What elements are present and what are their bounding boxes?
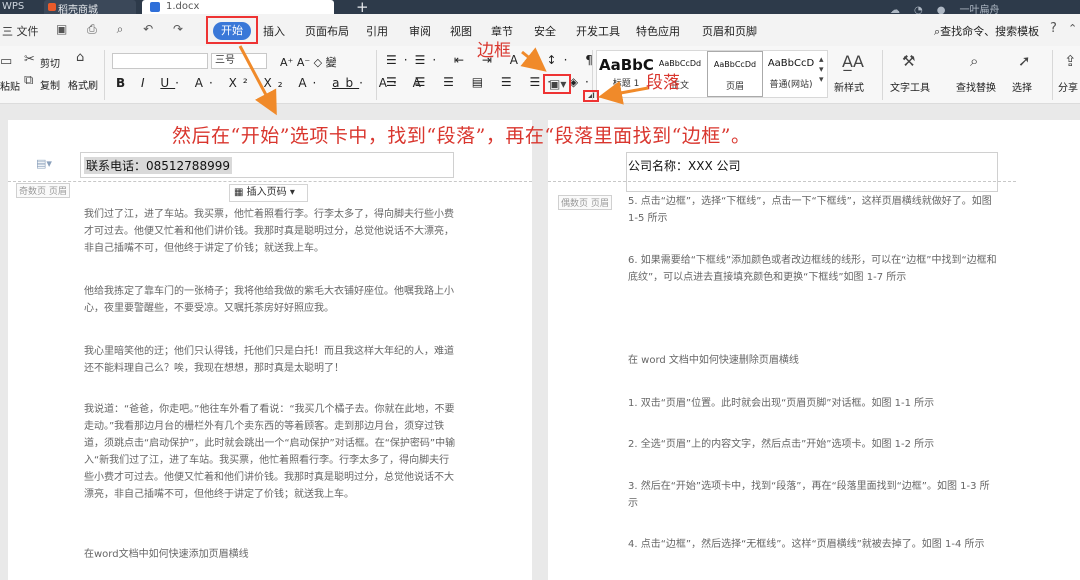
paragraph-annotation: 段落 [646,73,680,93]
format-painter-icon[interactable]: ⌂ [76,50,84,65]
divider [1052,50,1053,100]
tab-insert[interactable]: 插入 [263,23,285,39]
search-label: 查找命令、搜索模板 [940,25,1040,38]
tab-page-layout[interactable]: 页面布局 [305,23,349,39]
style-preview: AaBbCcDd [658,59,702,68]
select-button[interactable]: 选择 [1012,79,1032,94]
page-setup-icon[interactable]: ▤▾ [36,157,52,170]
style-heading-1[interactable]: AaBbC 标题 1 [599,51,654,97]
divider [882,50,883,100]
body-heading[interactable]: 在word文档中如何快速添加页眉横线 [84,546,456,563]
command-search[interactable]: ⌕查找命令、搜索模板 [934,23,1039,39]
tab-references[interactable]: 引用 [366,23,388,39]
title-bar: WPS 稻壳商城 1.docx + ☁ ◔ ● 一叶扁舟 [0,0,1080,16]
body-paragraph[interactable]: 2. 全选“页眉”上的内容文字，然后点击”开始”选项卡。如图 1-2 所示 [628,436,998,453]
text-tools-button[interactable]: 文字工具 [890,79,930,94]
header-company-text[interactable]: 公司名称：XXX 公司 [628,157,740,174]
border-annotation: 边框 [477,41,511,61]
text-tools-icon[interactable]: ⚒ [902,52,915,70]
tab-features[interactable]: 特色应用 [636,23,680,39]
style-scroll-icon[interactable]: ▴ ▾ ▾ [819,55,824,85]
style-preview: AaBbC [599,56,654,74]
style-web-normal[interactable]: AaBbCcD 普通(网站) [763,51,819,97]
body-paragraph[interactable]: 5. 点击“边框”，选择“下框线”，点击一下“下框线”，这样页眉横线就做好了。如… [628,193,998,227]
font-format-icons[interactable]: B I U· A· X² X₂ A· ab· A· A [116,76,427,90]
tab-document[interactable]: 1.docx [142,0,334,14]
cursor-icon[interactable]: ➚ [1018,52,1031,70]
header-phone-text[interactable]: 联系电话：08512788999 [84,157,232,174]
tab-review[interactable]: 审阅 [409,23,431,39]
style-label: 标题 1 [612,79,640,89]
header-boundary-line [548,181,1016,182]
new-style-button[interactable]: 新样式 [834,79,864,94]
body-paragraph[interactable]: 4. 点击“边框”，然后选择“无框线”。这样“页眉横线”就被去掉了。如图 1-4… [628,536,998,570]
paste-icon[interactable]: ▭ [0,54,12,69]
font-grow-shrink-icons[interactable]: A⁺ A⁻ ◇ 變 [280,54,337,70]
find-replace-button[interactable]: 查找替换 [956,79,996,94]
help-button[interactable]: ? [1050,21,1057,36]
style-gallery: AaBbC 标题 1 AaBbCcDd 正文 AaBbCcDd 页眉 AaBbC… [596,50,828,98]
share-icon[interactable]: ⇪ [1064,52,1077,70]
tab-docer-store[interactable]: 稻壳商城 [44,0,136,16]
instruction-annotation: 然后在“开始”选项卡中，找到“段落”，再在“段落里面找到“边框”。 [172,125,751,147]
tab-wps-home[interactable]: WPS [0,0,40,14]
odd-page-header-tag: 奇数页 页眉 [16,183,70,198]
divider [104,50,105,100]
highlight-border-button [543,74,571,94]
style-label: 普通(网站) [769,80,813,90]
style-preview: AaBbCcD [767,58,815,69]
style-label: 页眉 [725,82,744,92]
magnifier-icon[interactable]: ⌕ [970,52,978,70]
style-header[interactable]: AaBbCcDd 页眉 [707,51,763,97]
tab-label: 1.docx [166,1,200,12]
word-doc-icon [150,2,160,12]
page-number-icon: ▦ [234,187,247,198]
ribbon-home: ▭ 粘贴 ✂ 剪切 ⧉ 复制 ⌂ 格式刷 三号 A⁺ A⁻ ◇ 變 B I U·… [0,46,1080,104]
collapse-ribbon-icon[interactable]: ⌃ [1068,22,1077,35]
cut-button[interactable]: 剪切 [40,55,60,70]
scissors-icon[interactable]: ✂ [24,52,35,67]
docer-icon [48,3,56,11]
body-paragraph[interactable]: 我们过了江，进了车站。我买票，他忙着照看行李。行李太多了，得向脚夫行些小费才可过… [84,206,456,258]
font-name-select[interactable] [112,53,208,69]
body-heading[interactable]: 在 word 文档中如何快速删除页眉横线 [628,352,998,369]
tab-security[interactable]: 安全 [534,23,556,39]
tab-developer-tools[interactable]: 开发工具 [576,23,620,39]
font-size-select[interactable]: 三号 [211,53,267,69]
paste-button[interactable]: 粘贴 [0,78,20,93]
format-painter-button[interactable]: 格式刷 [68,77,98,92]
tab-header-footer[interactable]: 页眉和页脚 [702,23,757,39]
insert-page-number-button[interactable]: ▦ 插入页码 ▾ [229,184,308,202]
header-boundary-line [8,181,532,182]
menu-bar: 三 文件 ▣ ⎙ ⌕ ↶ ↷ 开始 插入 页面布局 引用 审阅 视图 章节 安全… [0,14,1080,46]
file-menu[interactable]: 三 文件 [2,23,39,39]
highlight-paragraph-launcher [583,90,599,102]
new-style-icon[interactable]: A̲A [842,52,864,71]
copy-button[interactable]: 复制 [40,77,60,92]
divider [376,50,377,100]
body-paragraph[interactable]: 3. 然后在“开始”选项卡中，找到“段落”，再在“段落里面找到“边框”。如图 1… [628,478,998,512]
even-page-header-tag: 偶数页 页眉 [558,195,612,210]
highlight-home-tab [206,16,258,44]
copy-icon[interactable]: ⧉ [24,73,33,88]
body-paragraph[interactable]: 1. 双击“页眉”位置。此时就会出现“页眉页脚”对话框。如图 1-1 所示 [628,395,998,412]
insert-page-number-label: 插入页码 ▾ [246,187,295,198]
style-preview: AaBbCcDd [713,60,757,69]
body-paragraph[interactable]: 他给我拣定了靠车门的一张椅子；我将他给我做的紫毛大衣铺好座位。他嘱我路上小心，夜… [84,283,456,317]
tab-view[interactable]: 视图 [450,23,472,39]
body-paragraph[interactable]: 我心里暗笑他的迂；他们只认得钱，托他们只是白托！而且我这样大年纪的人，难道还不能… [84,343,456,377]
share-button[interactable]: 分享 [1058,79,1078,94]
body-paragraph[interactable]: 我说道：“爸爸，你走吧。”他往车外看了看说：“我买几个橘子去。你就在此地，不要走… [84,401,456,521]
body-paragraph[interactable]: 6. 如果需要给“下框线”添加颜色或者改边框线的线形，可以在“边框”中找到“边框… [628,252,998,286]
quick-access-toolbar[interactable]: ▣ ⎙ ⌕ ↶ ↷ [56,22,191,37]
